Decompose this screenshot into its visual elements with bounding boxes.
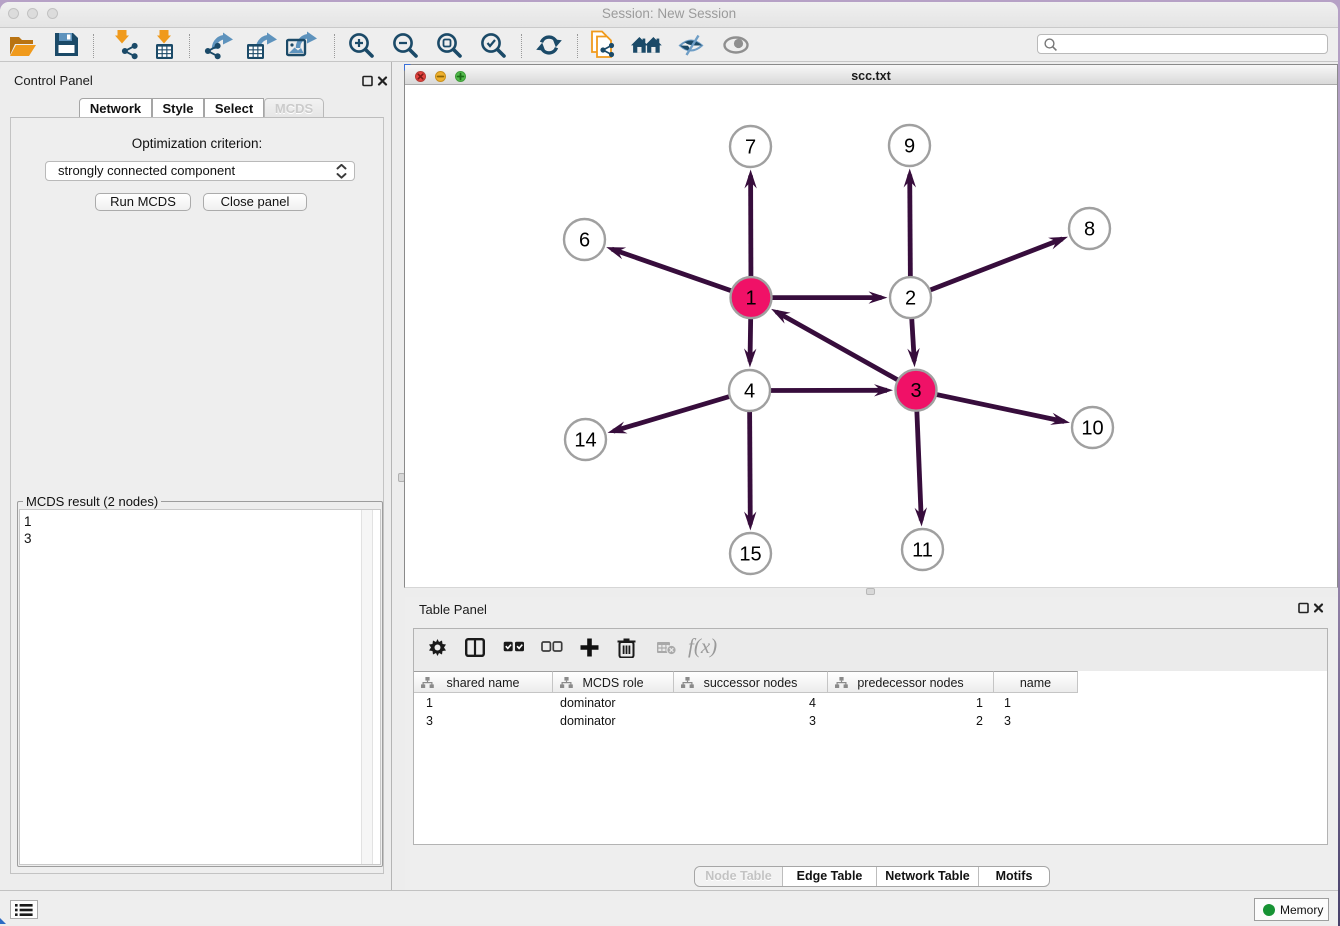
svg-text:1: 1 [745, 288, 756, 310]
svg-text:10: 10 [1081, 418, 1103, 440]
svg-text:3: 3 [910, 380, 921, 402]
svg-text:7: 7 [745, 137, 756, 159]
svg-text:2: 2 [905, 288, 916, 310]
svg-text:4: 4 [744, 381, 755, 403]
svg-text:14: 14 [574, 430, 596, 452]
svg-text:8: 8 [1084, 219, 1095, 241]
svg-text:9: 9 [904, 136, 915, 158]
svg-text:11: 11 [912, 540, 933, 562]
svg-text:6: 6 [579, 230, 590, 252]
svg-text:15: 15 [739, 544, 761, 566]
